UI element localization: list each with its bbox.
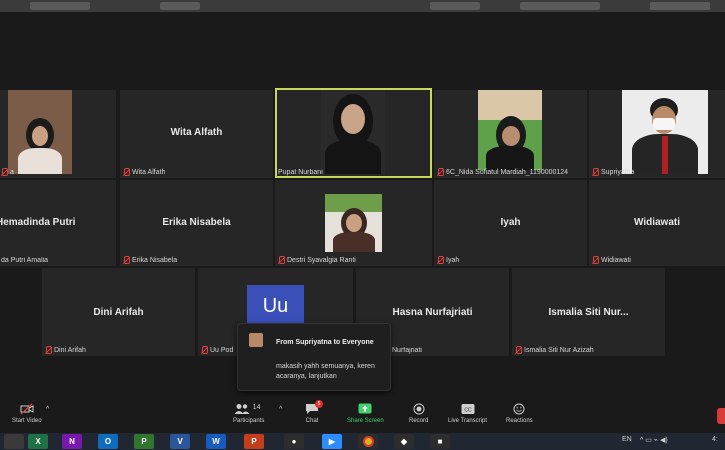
avatar: Uu: [247, 285, 304, 327]
participant-name: Hemadinda Putri: [0, 217, 76, 228]
mic-muted-icon: [123, 168, 130, 176]
participant-video: [325, 194, 382, 252]
end-meeting-button[interactable]: [717, 408, 725, 424]
participant-tile[interactable]: Ismalia Siti Nur... Ismalia Siti Nur Azi…: [512, 268, 665, 356]
powerpoint-icon[interactable]: P: [244, 434, 264, 449]
record-button[interactable]: Record: [409, 403, 428, 424]
participant-name: Iyah: [500, 217, 521, 228]
mic-muted-icon: [437, 168, 444, 176]
chrome-icon[interactable]: [358, 434, 378, 449]
outlook-icon[interactable]: O: [98, 434, 118, 449]
share-screen-icon: [358, 403, 372, 415]
participant-name: Dini Arifah: [93, 307, 144, 318]
participant-label: Dini Arifah: [45, 346, 86, 354]
participants-options-caret[interactable]: ^: [279, 406, 282, 413]
participant-label: da Putri Amalia: [1, 257, 49, 264]
participant-tile-active-speaker[interactable]: Pupat Nurbani: [275, 88, 432, 178]
live-transcript-button[interactable]: CC Live Transcript: [448, 403, 487, 424]
participant-tile[interactable]: a: [0, 90, 116, 178]
clock[interactable]: 4:: [712, 436, 718, 443]
windows-taskbar: X N O P V W P ● ▶ ◆ ■ EN ^ ▭ ⌁ ◀) 4:: [0, 433, 725, 450]
mic-muted-icon: [201, 346, 208, 354]
mic-muted-icon: [45, 346, 52, 354]
word-icon[interactable]: W: [206, 434, 226, 449]
reactions-button[interactable]: Reactions: [506, 403, 533, 424]
mic-muted-icon: [515, 346, 522, 354]
participants-icon: 14: [234, 403, 264, 415]
svg-text:CC: CC: [464, 408, 472, 414]
participant-label: a: [1, 168, 14, 176]
chat-icon: 5: [305, 400, 323, 415]
excel-icon[interactable]: X: [28, 434, 48, 449]
zoom-icon[interactable]: ▶: [322, 434, 342, 449]
participant-label: Erika Nisabela: [123, 256, 177, 264]
chat-notification-popup[interactable]: From Supriyatna to Everyone makasih yahh…: [237, 323, 391, 391]
participants-button[interactable]: 14 Participants: [233, 403, 264, 424]
participant-name: Wita Alfath: [170, 127, 223, 138]
participant-label: 6C_Nida Sofiatul Mardiah_1190000124: [437, 168, 568, 176]
mic-muted-icon: [1, 168, 8, 176]
participant-label: Nurfajriati: [392, 347, 422, 354]
participant-tile[interactable]: Destri Syavalgia Ranti: [275, 180, 432, 266]
zoom-meeting-window: a Wita Alfath Wita Alfath Pupat Nurbani …: [0, 0, 725, 450]
participant-label: Destri Syavalgia Ranti: [278, 256, 356, 264]
participant-video: [622, 90, 708, 174]
participant-tile[interactable]: 6C_Nida Sofiatul Mardiah_1190000124: [434, 90, 587, 178]
participant-tile[interactable]: Supriyatna: [589, 90, 725, 178]
participant-video: [8, 90, 72, 174]
video-options-caret[interactable]: ^: [46, 406, 49, 413]
record-icon: [412, 403, 426, 415]
app-icon[interactable]: ■: [430, 434, 450, 449]
participant-label: Pupat Nurbani: [278, 169, 323, 176]
mic-muted-icon: [592, 256, 599, 264]
participant-tile[interactable]: Erika Nisabela Erika Nisabela: [120, 180, 273, 266]
project-icon[interactable]: P: [134, 434, 154, 449]
video-off-icon: [20, 403, 34, 415]
meeting-toolbar: Start Video ^ 14 Participants ^ 5 Chat S…: [0, 397, 725, 433]
participant-label: Ismalia Siti Nur Azizah: [515, 346, 594, 354]
onenote-icon[interactable]: N: [62, 434, 82, 449]
participant-video: [478, 90, 542, 170]
chat-sender: From Supriyatna to Everyone: [276, 339, 374, 346]
start-video-button[interactable]: Start Video: [12, 403, 42, 424]
participant-label: Iyah: [437, 256, 459, 264]
participant-tile[interactable]: Dini Arifah Dini Arifah: [42, 268, 195, 356]
visio-icon[interactable]: V: [170, 434, 190, 449]
participant-tile[interactable]: Widiawati Widiawati: [589, 180, 725, 266]
participant-label: Uu Pod: [201, 346, 233, 354]
smiley-icon: [512, 403, 526, 415]
participant-video: [321, 90, 385, 174]
top-window-strip: [0, 0, 725, 12]
chat-unread-badge: 5: [315, 400, 323, 408]
participant-tile[interactable]: Iyah Iyah: [434, 180, 587, 266]
participant-tile[interactable]: Wita Alfath Wita Alfath: [120, 90, 273, 178]
chat-button[interactable]: 5 Chat: [305, 400, 323, 424]
share-screen-button[interactable]: Share Screen: [347, 403, 384, 424]
mic-muted-icon: [592, 168, 599, 176]
mic-muted-icon: [437, 256, 444, 264]
participant-label: Supriyatna: [592, 168, 634, 176]
captions-icon: CC: [461, 403, 475, 415]
start-icon[interactable]: [4, 434, 24, 449]
mic-muted-icon: [278, 256, 285, 264]
avatar: [249, 333, 263, 347]
tray-icons[interactable]: ^ ▭ ⌁ ◀): [640, 436, 668, 444]
participant-name: Hasna Nurfajriati: [392, 307, 473, 318]
obs-icon[interactable]: ●: [284, 434, 304, 449]
language-indicator[interactable]: EN: [622, 436, 632, 443]
participant-label: Widiawati: [592, 256, 631, 264]
chat-message: makasih yahh semuanya, keren acaranya, l…: [276, 363, 375, 380]
mic-muted-icon: [123, 256, 130, 264]
participants-count: 14: [252, 404, 261, 411]
participant-name: Ismalia Siti Nur...: [548, 307, 629, 318]
participant-name: Widiawati: [633, 217, 681, 228]
participant-label: Wita Alfath: [123, 168, 165, 176]
app-icon[interactable]: ◆: [394, 434, 414, 449]
participant-name: Erika Nisabela: [162, 217, 231, 228]
participant-tile[interactable]: Hemadinda Putri da Putri Amalia: [0, 180, 116, 266]
